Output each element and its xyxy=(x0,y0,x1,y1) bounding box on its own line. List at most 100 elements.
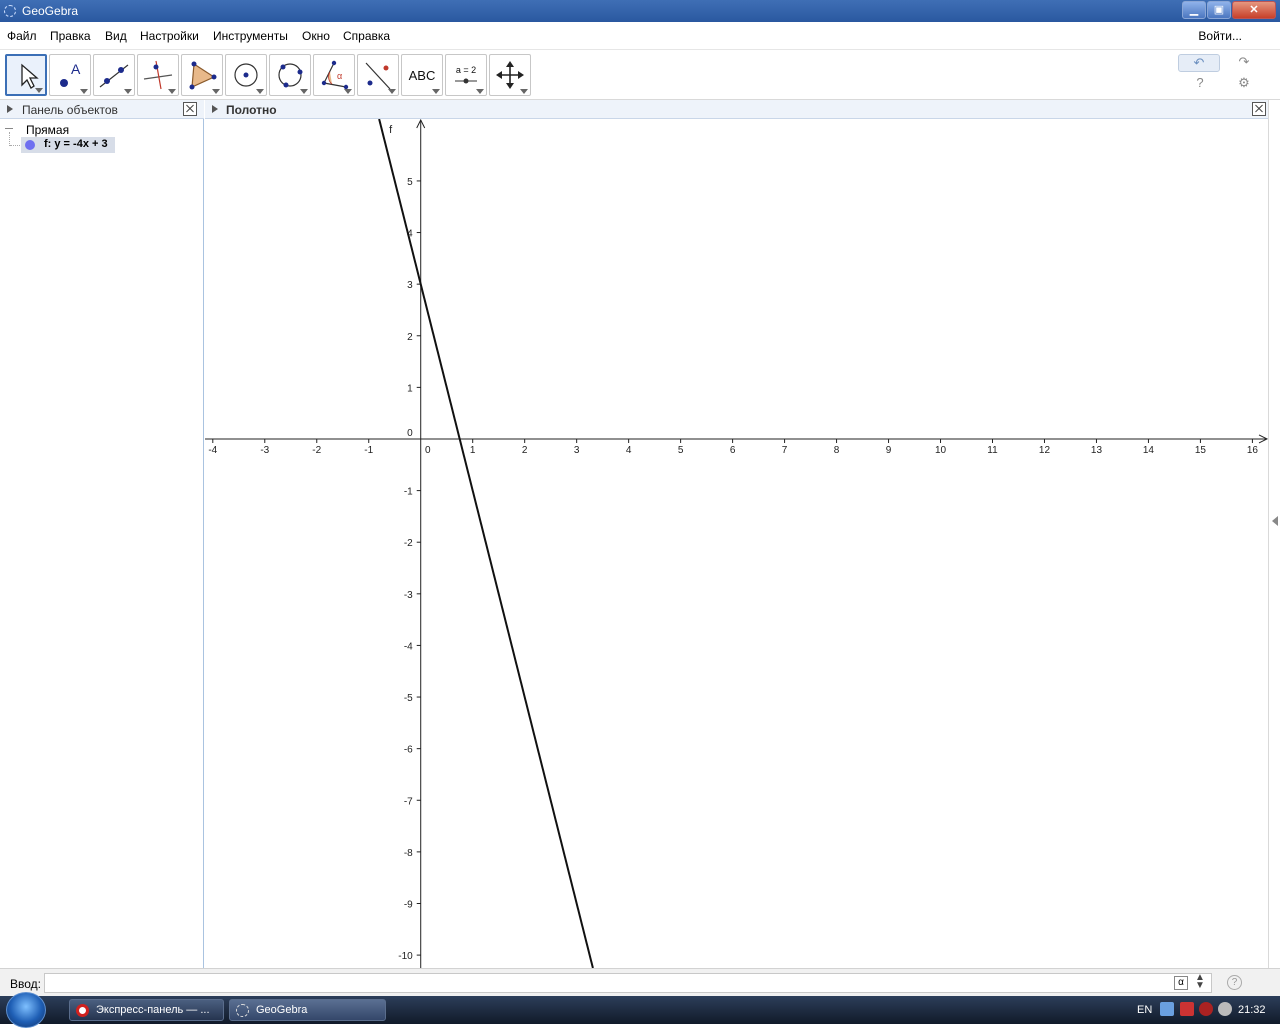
maximize-button[interactable]: ▣ xyxy=(1207,1,1231,19)
polygon-icon xyxy=(189,61,217,90)
network-icon[interactable] xyxy=(1160,1002,1174,1016)
x-tick-label: 5 xyxy=(678,445,684,456)
y-tick-label: 5 xyxy=(407,177,413,188)
menu-window[interactable]: Окно xyxy=(302,29,330,43)
input-bar: Ввод: α ▲ ▼ ? xyxy=(0,968,1280,996)
x-tick-label: 14 xyxy=(1143,445,1155,456)
tool-move[interactable] xyxy=(5,54,47,96)
y-tick-label: 3 xyxy=(407,280,413,291)
tool-slider[interactable]: a = 2 xyxy=(445,54,487,96)
close-window-button[interactable]: ✕ xyxy=(1232,1,1276,19)
y-tick-label: 0 xyxy=(407,428,413,439)
y-tick-label: 2 xyxy=(407,332,413,343)
history-spinner-icon[interactable]: ▲ ▼ xyxy=(1195,973,1205,991)
tool-move-graphics[interactable] xyxy=(489,54,531,96)
opera-icon xyxy=(76,1004,89,1017)
graphics-panel-header: Полотно xyxy=(205,100,1268,119)
algebra-panel: Панель объектов Прямая f: y = -4x + 3 xyxy=(0,100,204,968)
alert-icon[interactable] xyxy=(1199,1002,1213,1016)
input-field[interactable] xyxy=(44,973,1212,993)
side-panel-toggle[interactable] xyxy=(1268,100,1280,968)
x-tick-label: 13 xyxy=(1091,445,1103,456)
graphics-panel: Полотно -4 -3 -2 -1 0 1 2 3 4 5 6 7 8 9 10 11 12 13 14 15 16… xyxy=(205,100,1268,968)
security-icon[interactable] xyxy=(1180,1002,1194,1016)
tool-perpendicular[interactable] xyxy=(137,54,179,96)
menu-view[interactable]: Вид xyxy=(105,29,127,43)
line-f-label: f xyxy=(389,124,393,136)
point-icon: A xyxy=(60,61,81,87)
x-tick-label: 9 xyxy=(886,445,892,456)
graphics-panel-title: Полотно xyxy=(226,103,277,117)
minimize-button[interactable]: ▁ xyxy=(1182,1,1206,19)
menu-help[interactable]: Справка xyxy=(343,29,390,43)
menu-bar: Файл Правка Вид Настройки Инструменты Ок… xyxy=(0,22,1280,50)
tool-point[interactable]: A xyxy=(49,54,91,96)
object-category[interactable]: Прямая xyxy=(26,123,69,137)
tool-line[interactable] xyxy=(93,54,135,96)
text-icon: ABC xyxy=(409,68,436,83)
input-help-icon[interactable]: ? xyxy=(1227,975,1242,990)
window-title: GeoGebra xyxy=(22,4,79,18)
svg-text:ABC: ABC xyxy=(409,68,436,83)
taskbar-item-geogebra[interactable]: GeoGebra xyxy=(229,999,386,1021)
circle-three-points-icon xyxy=(278,63,303,88)
x-tick-label: 16 xyxy=(1247,445,1259,456)
graphics-canvas[interactable]: -4 -3 -2 -1 0 1 2 3 4 5 6 7 8 9 10 11 12 13 14 15 16543210-1… xyxy=(205,119,1268,968)
redo-button[interactable]: ↷ xyxy=(1224,54,1264,72)
x-tick-label: 1 xyxy=(470,445,476,456)
visibility-dot-icon[interactable] xyxy=(25,140,35,150)
close-graphics-panel-icon[interactable] xyxy=(1252,102,1266,116)
close-algebra-panel-icon[interactable] xyxy=(183,102,197,116)
x-tick-label: -4 xyxy=(208,445,217,456)
tool-circle-three-points[interactable] xyxy=(269,54,311,96)
tool-circle-center[interactable] xyxy=(225,54,267,96)
x-tick-label: 8 xyxy=(834,445,840,456)
geogebra-app-icon xyxy=(4,5,16,17)
collapse-tree-icon[interactable] xyxy=(5,128,13,129)
tool-text[interactable]: ABC xyxy=(401,54,443,96)
undo-button[interactable]: ↶ xyxy=(1178,54,1220,72)
gear-icon[interactable]: ⚙ xyxy=(1237,75,1251,91)
y-tick-label: -8 xyxy=(404,848,413,859)
y-tick-label: -10 xyxy=(398,951,413,962)
x-tick-label: 15 xyxy=(1195,445,1207,456)
y-tick-label: -5 xyxy=(404,693,413,704)
expand-arrow-icon[interactable] xyxy=(212,105,218,113)
expand-arrow-icon[interactable] xyxy=(7,105,13,113)
menu-edit[interactable]: Правка xyxy=(50,29,91,43)
algebra-panel-header: Панель объектов xyxy=(0,100,204,119)
x-tick-label: 7 xyxy=(782,445,788,456)
menu-file[interactable]: Файл xyxy=(7,29,37,43)
symbol-alpha-button[interactable]: α xyxy=(1174,976,1188,990)
algebra-object-row[interactable]: f: y = -4x + 3 xyxy=(21,137,115,153)
y-tick-label: -6 xyxy=(404,745,413,756)
y-tick-label: -1 xyxy=(404,487,413,498)
tool-polygon[interactable] xyxy=(181,54,223,96)
x-tick-label: 3 xyxy=(574,445,580,456)
help-icon[interactable]: ? xyxy=(1193,75,1207,90)
circle-center-point-icon xyxy=(234,63,258,87)
geogebra-icon xyxy=(236,1004,249,1017)
tool-angle[interactable]: α xyxy=(313,54,355,96)
x-tick-label: 0 xyxy=(425,445,431,456)
angle-icon: α xyxy=(321,60,349,90)
menu-tools[interactable]: Инструменты xyxy=(213,29,288,43)
expand-left-arrow-icon[interactable] xyxy=(1272,516,1278,526)
object-definition[interactable]: f: y = -4x + 3 xyxy=(44,138,108,150)
volume-icon[interactable] xyxy=(1218,1002,1232,1016)
y-tick-label: -9 xyxy=(404,899,413,910)
x-tick-label: 11 xyxy=(987,445,998,456)
taskbar-item-opera[interactable]: Экспресс-панель — ... xyxy=(69,999,224,1021)
x-tick-label: 10 xyxy=(935,445,947,456)
y-tick-label: -4 xyxy=(404,641,413,652)
tool-reflect[interactable] xyxy=(357,54,399,96)
menu-settings[interactable]: Настройки xyxy=(140,29,199,43)
language-indicator[interactable]: EN xyxy=(1137,1004,1152,1016)
reflect-icon xyxy=(365,62,391,90)
login-link[interactable]: Войти... xyxy=(1198,29,1242,43)
start-button[interactable] xyxy=(6,992,46,1028)
toolbar: A α ABC a = 2 ↶ ↷ ? ⚙ xyxy=(0,50,1280,100)
perpendicular-line-icon xyxy=(143,60,173,90)
y-tick-label: -3 xyxy=(404,590,413,601)
line-through-points-icon xyxy=(99,64,129,88)
